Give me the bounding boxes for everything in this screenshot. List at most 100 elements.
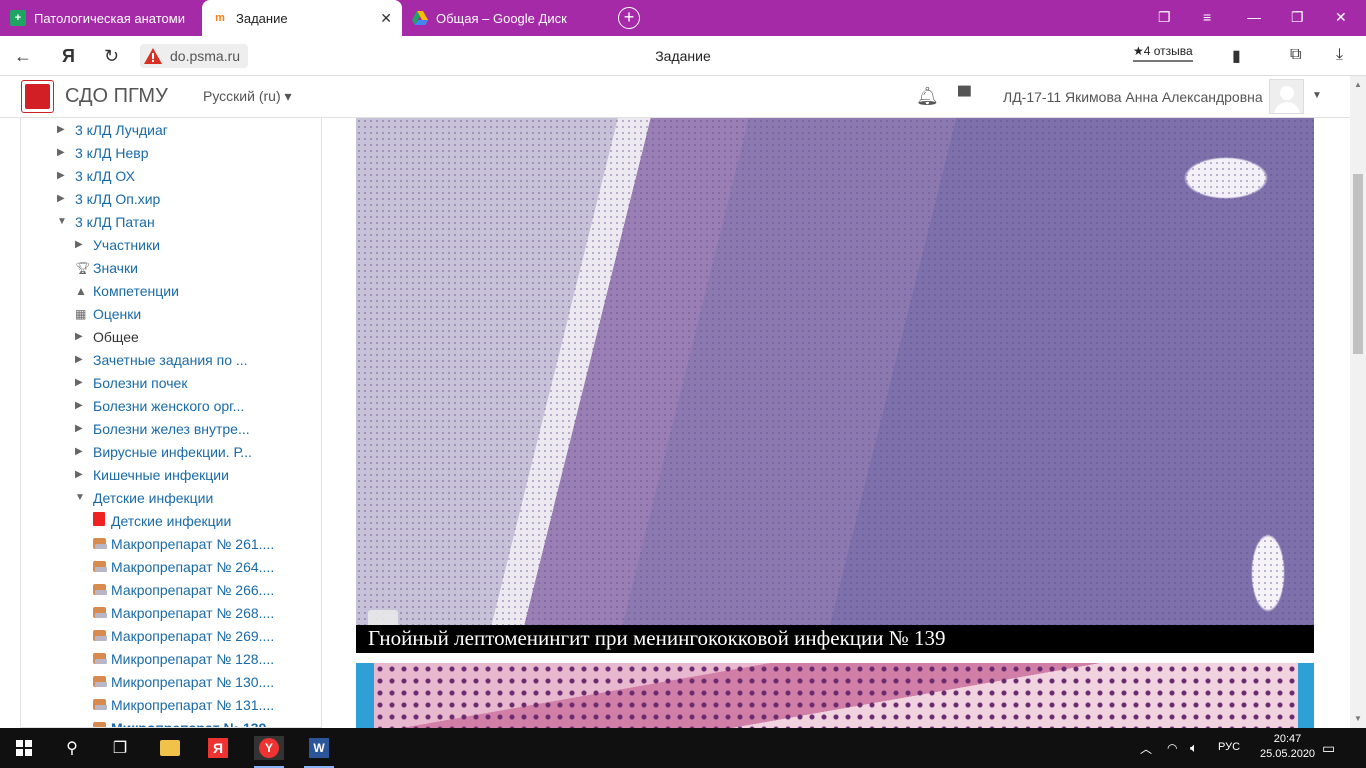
reviews-button[interactable]: ★4 отзыва xyxy=(1133,44,1193,62)
pdf-icon xyxy=(93,512,111,529)
collections-icon[interactable]: ⧉ xyxy=(1290,46,1301,64)
sidebar-item[interactable]: ▶ 3 кЛД Невр xyxy=(57,141,148,164)
tab-assignment[interactable]: m Задание ✕ xyxy=(202,0,402,36)
close-window-icon[interactable]: ✕ xyxy=(1335,9,1347,26)
sidebar-item[interactable]: Макропрепарат № 266.... xyxy=(93,578,274,601)
messages-icon[interactable]: ▀ xyxy=(958,86,971,107)
chevron-right-icon: ▶ xyxy=(57,124,65,135)
sidebar-item[interactable]: ▶ Болезни желез внутре... xyxy=(75,417,250,440)
sidebar-item[interactable]: Макропрепарат № 261.... xyxy=(93,532,274,555)
site-logo[interactable] xyxy=(21,80,54,113)
action-center-icon[interactable]: ▭ xyxy=(1322,736,1335,760)
bookmark-icon[interactable]: ▮ xyxy=(1232,46,1241,66)
scroll-down-icon[interactable]: ▼ xyxy=(1354,714,1362,723)
presentation-icon xyxy=(93,628,111,644)
tabs-manager-icon[interactable]: ❐ xyxy=(1158,9,1171,26)
avatar[interactable] xyxy=(1269,79,1304,114)
sidebar-item[interactable]: ▶ Общее xyxy=(75,325,139,348)
reviews-label: 4 отзыва xyxy=(1143,44,1193,58)
yandex-browser-icon[interactable]: Y xyxy=(254,736,284,768)
chevron-right-icon: ▶ xyxy=(75,239,83,250)
url-field[interactable]: do.psma.ru xyxy=(140,44,249,68)
page-scrollbar[interactable]: ▲ ▼ xyxy=(1350,76,1366,728)
sidebar-item[interactable]: ▶ Зачетные задания по ... xyxy=(75,348,248,371)
yandex-app-icon[interactable]: Я xyxy=(206,736,230,760)
sidebar-item[interactable]: Микропрепарат № 131.... xyxy=(93,693,274,716)
network-icon[interactable]: ◠ xyxy=(1167,736,1177,760)
new-tab-button[interactable]: + xyxy=(618,7,640,29)
sidebar-item[interactable]: ▶ 3 кЛД ОХ xyxy=(57,164,135,187)
sidebar-item-label: Вирусные инфекции. Р... xyxy=(93,443,252,460)
language-menu[interactable]: Русский (ru) ▾ xyxy=(203,88,292,105)
sidebar-item-label: Болезни женского орг... xyxy=(93,397,245,414)
sidebar-item[interactable]: ▲ Компетенции xyxy=(75,279,179,302)
presentation-icon xyxy=(93,605,111,621)
search-icon[interactable]: ⚲ xyxy=(60,736,84,760)
sidebar-item[interactable]: ▼ Детские инфекции xyxy=(75,486,213,509)
word-icon[interactable]: W xyxy=(304,736,334,768)
sidebar-item[interactable]: Микропрепарат № 128.... xyxy=(93,647,274,670)
sidebar-item-label: 3 кЛД Невр xyxy=(75,144,149,161)
sidebar-item[interactable]: ▼ 3 кЛД Патан xyxy=(57,210,155,233)
sidebar-item[interactable]: 🏆︎ Значки xyxy=(75,256,138,279)
task-view-icon[interactable]: ❐ xyxy=(108,736,132,760)
sidebar-item[interactable]: ▶ Кишечные инфекции xyxy=(75,463,229,486)
sidebar-item[interactable]: Микропрепарат № 130.... xyxy=(93,670,274,693)
sidebar-item[interactable]: ▦ Оценки xyxy=(75,302,141,325)
windows-start-icon[interactable] xyxy=(12,736,36,760)
system-clock[interactable]: 20:47 25.05.2020 xyxy=(1260,732,1315,762)
sidebar-item[interactable]: ▶ 3 кЛД Лучдиаг xyxy=(57,118,168,141)
windows-taskbar: ⚲ ❐ Я Y W ︿ ◠ 🔈︎ РУС 20:47 25.05.2020 ▭ xyxy=(0,728,1366,768)
close-tab-icon[interactable]: ✕ xyxy=(380,10,392,27)
user-name[interactable]: ЛД-17-11 Якимова Анна Александровна xyxy=(1003,89,1263,105)
input-language[interactable]: РУС xyxy=(1218,741,1240,753)
chevron-down-icon[interactable]: ▼ xyxy=(1312,90,1322,101)
chevron-right-icon: ▶ xyxy=(75,423,83,434)
scroll-up-icon[interactable]: ▲ xyxy=(1354,80,1362,89)
menu-icon[interactable]: ≡ xyxy=(1203,9,1211,25)
tab-label: Общая – Google Диск xyxy=(436,10,567,26)
sidebar-item[interactable]: Макропрепарат № 269.... xyxy=(93,624,274,647)
chevron-up-icon[interactable]: ︿ xyxy=(1140,736,1152,760)
presentation-icon xyxy=(93,582,111,598)
language-label: Русский (ru) xyxy=(203,88,281,104)
trophy-icon: 🏆︎ xyxy=(75,260,91,275)
volume-icon[interactable]: 🔈︎ xyxy=(1190,736,1198,760)
chevron-right-icon: ▶ xyxy=(57,193,65,204)
restore-icon[interactable]: ❐ xyxy=(1291,9,1304,26)
notifications-icon[interactable]: 🔔︎ xyxy=(916,86,939,107)
sidebar-item[interactable]: ▶ Вирусные инфекции. Р... xyxy=(75,440,252,463)
file-explorer-icon[interactable] xyxy=(158,736,182,760)
minimize-icon[interactable]: — xyxy=(1247,9,1261,25)
sidebar-item[interactable]: ▶ 3 кЛД Оп.хир xyxy=(57,187,160,210)
tab-label: Патологическая анатоми xyxy=(34,10,185,26)
yandex-icon[interactable]: Я xyxy=(62,46,75,67)
sidebar-item-label: Макропрепарат № 266.... xyxy=(111,581,275,598)
presentation-icon xyxy=(93,559,111,575)
download-icon[interactable]: ⤓ xyxy=(1336,46,1343,64)
sidebar-item-label: Макропрепарат № 261.... xyxy=(111,535,275,552)
sidebar-item[interactable]: Микропрепарат № 139 xyxy=(93,716,267,728)
sidebar-item[interactable]: ▶ Болезни женского орг... xyxy=(75,394,244,417)
warning-icon xyxy=(144,48,162,64)
presentation-icon xyxy=(93,697,111,713)
tab-pathology[interactable]: + Патологическая анатоми xyxy=(0,0,200,36)
sidebar-item-label: Компетенции xyxy=(93,282,179,299)
sidebar-item[interactable]: Макропрепарат № 264.... xyxy=(93,555,274,578)
tab-google-drive[interactable]: Общая – Google Диск xyxy=(402,0,602,36)
chevron-down-icon: ▼ xyxy=(57,216,67,227)
sidebar-item-label: Кишечные инфекции xyxy=(93,466,229,483)
sidebar-item[interactable]: ▶ Болезни почек xyxy=(75,371,187,394)
back-icon[interactable]: ← xyxy=(14,46,32,67)
sidebar-item-label: Детские инфекции xyxy=(93,489,214,506)
sidebar-item-label: Микропрепарат № 139 xyxy=(111,719,267,728)
sidebar-item-label: Зачетные задания по ... xyxy=(93,351,248,368)
browser-tab-strip: + Патологическая анатоми m Задание ✕ Общ… xyxy=(0,0,1366,36)
scrollbar-thumb[interactable] xyxy=(1353,174,1363,354)
sidebar-item[interactable]: Детские инфекции xyxy=(93,509,231,532)
presentation-icon xyxy=(93,536,111,552)
reload-icon[interactable]: ↻ xyxy=(104,46,119,67)
site-brand[interactable]: СДО ПГМУ xyxy=(65,85,168,108)
sidebar-item[interactable]: Макропрепарат № 268.... xyxy=(93,601,274,624)
sidebar-item[interactable]: ▶ Участники xyxy=(75,233,160,256)
